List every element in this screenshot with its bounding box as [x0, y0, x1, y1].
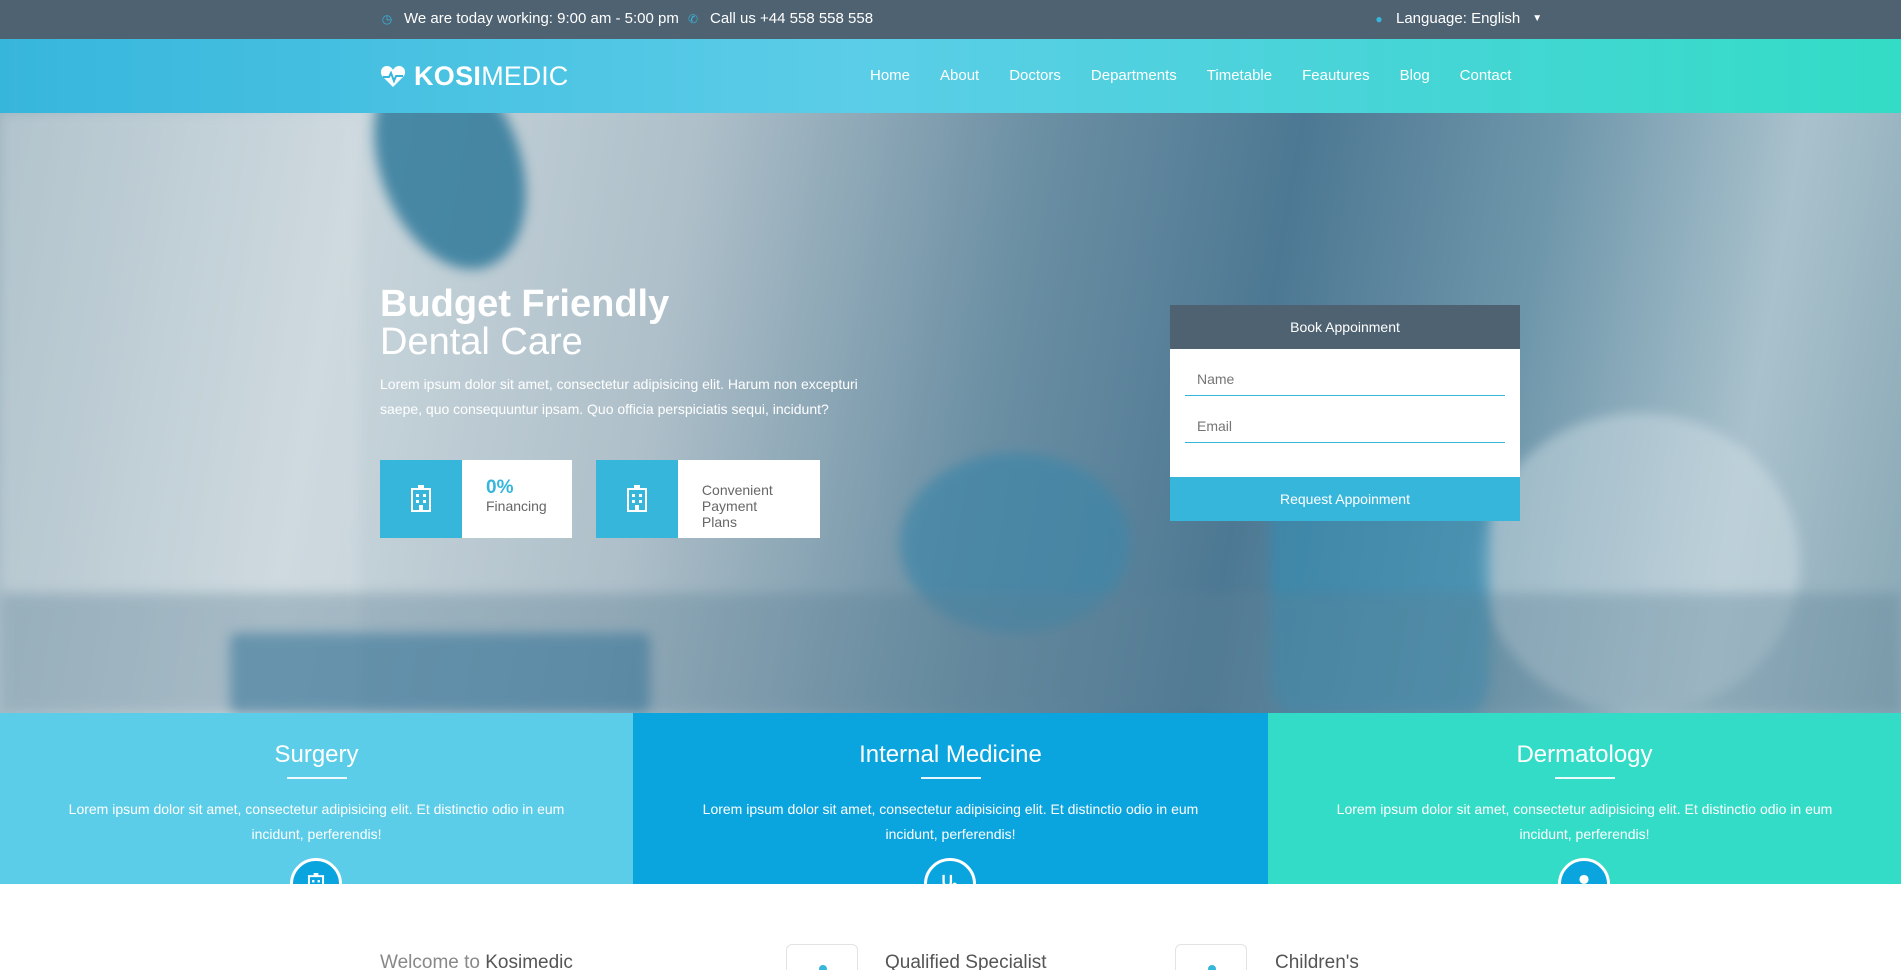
hero-banner — [0, 113, 1901, 713]
nav-contact[interactable]: Contact — [1460, 67, 1512, 84]
specialist-title: Qualified Specialist — [885, 952, 1047, 970]
clock-icon: ◷ — [381, 11, 393, 26]
hero-bg-shape — [230, 633, 650, 713]
department-description: Lorem ipsum dolor sit amet, consectetur … — [68, 801, 565, 842]
working-hours-text: We are today working: 9:00 am - 5:00 pm — [404, 10, 679, 27]
divider — [920, 777, 981, 779]
department-title: Dermatology — [1516, 741, 1653, 768]
nav-features[interactable]: Feautures — [1302, 67, 1370, 84]
hero-description: Lorem ipsum dolor sit amet, consectetur … — [380, 376, 858, 417]
children-icon — [1175, 944, 1247, 970]
nav-departments[interactable]: Departments — [1091, 67, 1177, 84]
email-input[interactable] — [1185, 408, 1505, 443]
divider — [286, 777, 347, 779]
request-appointment-button[interactable]: Request Appoinment — [1170, 477, 1520, 521]
welcome-brand: Kosimedic — [485, 952, 573, 970]
logo-bold-text: KOSI — [414, 61, 482, 91]
department-title: Internal Medicine — [859, 741, 1042, 768]
name-input[interactable] — [1185, 361, 1505, 396]
nav-menu: Home About Doctors Departments Timetable… — [870, 67, 1541, 84]
feature-financing-label: Financing — [486, 498, 547, 514]
specialist-icon — [786, 944, 858, 970]
appointment-form-title: Book Appoinment — [1170, 305, 1520, 349]
children-title: Children's — [1275, 952, 1359, 970]
feature-payment-text: Convenient Payment Plans — [678, 460, 820, 538]
hero-title-line1: Budget Friendly — [380, 283, 670, 325]
language-text[interactable]: Language: English — [1396, 10, 1520, 27]
phone-contact: ✆ Call us +44 558 558 558 — [686, 10, 873, 27]
main-navbar: KOSI MEDIC Home About Doctors Department… — [0, 39, 1901, 113]
caret-down-icon[interactable]: ▼ — [1532, 13, 1542, 24]
hero-bg-shape — [346, 113, 554, 291]
department-description: Lorem ipsum dolor sit amet, consectetur … — [1336, 801, 1833, 842]
phone-text: Call us +44 558 558 558 — [710, 10, 874, 27]
feature-financing-text: 0% Financing — [462, 460, 571, 538]
logo[interactable]: KOSI MEDIC — [380, 61, 568, 92]
heart-pulse-icon — [380, 65, 406, 87]
nav-timetable[interactable]: Timetable — [1207, 67, 1272, 84]
feature-financing-value: 0% — [486, 477, 514, 498]
feature-payment-line2: Payment Plans — [701, 498, 758, 530]
welcome-heading: Welcome to Kosimedic — [380, 952, 573, 970]
intro-section: Welcome to Kosimedic Qualified Specialis… — [0, 884, 1901, 970]
feature-payment-plans: Convenient Payment Plans — [596, 460, 820, 538]
appointment-form: Book Appoinment Request Appoinment — [1170, 305, 1520, 521]
feature-financing: 0% Financing — [380, 460, 572, 538]
hospital-icon — [596, 460, 678, 538]
hero-title-line2: Dental Care — [380, 321, 583, 363]
logo-light-text: MEDIC — [481, 61, 569, 91]
top-bar: ◷ We are today working: 9:00 am - 5:00 p… — [0, 0, 1901, 39]
language-selector[interactable]: ● Language: English ▼ — [1372, 10, 1542, 27]
nav-about[interactable]: About — [940, 67, 979, 84]
feature-payment-line1: Convenient — [701, 482, 773, 498]
divider — [1554, 777, 1615, 779]
department-title: Surgery — [274, 741, 359, 768]
nav-doctors[interactable]: Doctors — [1009, 67, 1061, 84]
nav-home[interactable]: Home — [870, 67, 910, 84]
hospital-icon — [380, 460, 462, 538]
department-description: Lorem ipsum dolor sit amet, consectetur … — [702, 801, 1199, 842]
globe-icon: ● — [1375, 11, 1383, 26]
phone-icon: ✆ — [687, 11, 699, 26]
working-hours: ◷ We are today working: 9:00 am - 5:00 p… — [380, 10, 679, 27]
nav-blog[interactable]: Blog — [1400, 67, 1430, 84]
welcome-prefix: Welcome to — [380, 952, 480, 970]
hero-title: Budget Friendly Dental Care — [380, 285, 669, 361]
